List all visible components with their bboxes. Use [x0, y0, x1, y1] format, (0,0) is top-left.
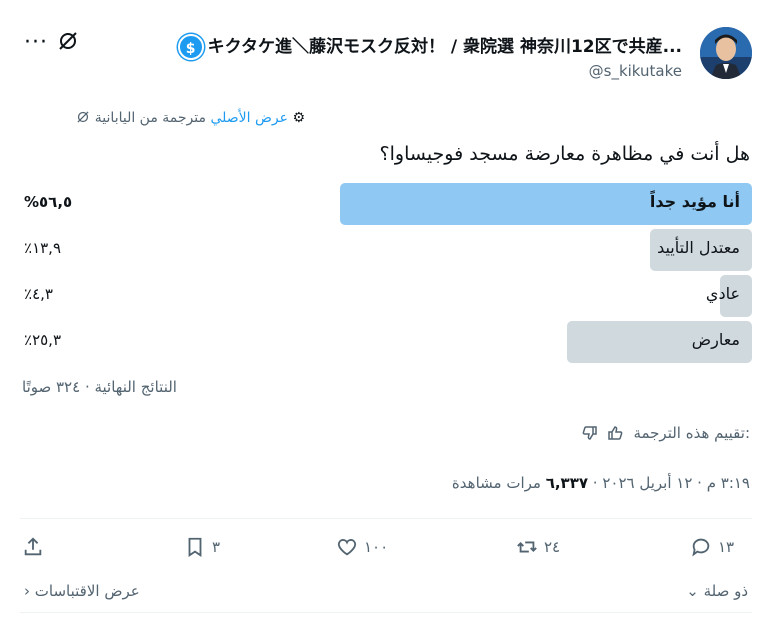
like-button[interactable]: ١٠٠: [336, 536, 388, 558]
reply-button[interactable]: ١٣: [690, 536, 734, 558]
divider: [20, 518, 752, 519]
display-name-text: キクタケ進＼藤沢モスク反対！ / 衆院選 神奈川12区で共産...: [207, 37, 682, 57]
chevron-left-icon: ‹: [24, 582, 30, 600]
related-label: ذو صلة: [703, 582, 748, 600]
poll-option-label: عادي: [705, 284, 740, 303]
tweet-meta: ٣:١٩ م · ١٢ أبريل ٢٠٢٦ · ٦,٣٣٧ مرات مشاه…: [452, 474, 750, 492]
poll-option: عادي ٪٤,٣: [20, 275, 752, 317]
poll-option-label: أنا مؤيد جداً: [649, 192, 740, 211]
view-quotes-link[interactable]: عرض الاقتباسات ‹: [24, 582, 140, 600]
views-label: مرات مشاهدة: [451, 474, 541, 492]
retweet-icon: [517, 541, 537, 553]
more-options-icon[interactable]: ···: [24, 30, 48, 55]
translated-from-label: مترجمة من اليابانية: [94, 110, 206, 126]
heart-icon: [337, 539, 357, 556]
rate-translation: :تقييم هذه الترجمة: [582, 424, 750, 442]
display-name[interactable]: $ キクタケ進＼藤沢モスク反対！ / 衆院選 神奈川12区で共産...: [174, 32, 682, 60]
poll-option-percent: ٪٢٥,٣: [24, 331, 62, 349]
reply-icon: [692, 538, 710, 557]
retweet-count: ٢٤: [544, 538, 561, 556]
chevron-down-icon: ⌄: [686, 582, 699, 600]
poll-option: أنا مؤيد جداً %٥٦,٥: [20, 183, 752, 225]
divider: [20, 612, 752, 613]
bookmark-button[interactable]: ٣: [184, 536, 220, 558]
thumbs-down-icon[interactable]: [582, 424, 598, 442]
poll-option-percent: ٪٤,٣: [24, 285, 53, 303]
translation-line: ⚙ عرض الأصلي مترجمة من اليابانية: [76, 110, 305, 126]
views-count: ٦,٣٣٧: [545, 474, 589, 492]
poll-option-label: معتدل التأييد: [657, 238, 740, 257]
poll-question: هل أنت في مظاهرة معارضة مسجد فوجيساوا؟: [379, 143, 750, 165]
grok-small-icon: [76, 110, 90, 126]
poll-option: معتدل التأييد ٪١٣,٩: [20, 229, 752, 271]
poll-option-percent: ٪١٣,٩: [24, 239, 62, 257]
share-icon: [24, 537, 42, 556]
reply-count: ١٣: [718, 538, 735, 556]
share-button[interactable]: [22, 536, 44, 558]
retweet-button[interactable]: ٢٤: [516, 536, 560, 558]
poll-option-percent: %٥٦,٥: [24, 193, 73, 211]
thumbs-up-icon[interactable]: [602, 424, 623, 442]
user-handle[interactable]: @s_kikutake: [589, 62, 682, 80]
verified-badge-icon: $: [177, 34, 204, 60]
avatar[interactable]: [700, 27, 752, 79]
grok-icon[interactable]: [58, 30, 78, 57]
tweet-timestamp[interactable]: ٣:١٩ م · ١٢ أبريل ٢٠٢٦ ·: [588, 474, 750, 492]
related-toggle[interactable]: ذو صلة ⌄: [686, 582, 748, 600]
view-quotes-label: عرض الاقتباسات: [34, 582, 140, 600]
translate-gear-icon: ⚙: [292, 110, 305, 126]
poll-results-summary: النتائج النهائية · ٣٢٤ صوتًا: [22, 378, 177, 396]
like-count: ١٠٠: [364, 538, 389, 556]
poll-option-label: معارض: [691, 330, 740, 349]
poll-option: معارض ٪٢٥,٣: [20, 321, 752, 363]
bookmark-icon: [188, 537, 202, 557]
rate-translation-label: :تقييم هذه الترجمة: [633, 424, 750, 442]
bookmark-count: ٣: [212, 538, 221, 556]
show-original-link[interactable]: عرض الأصلي: [210, 110, 288, 126]
